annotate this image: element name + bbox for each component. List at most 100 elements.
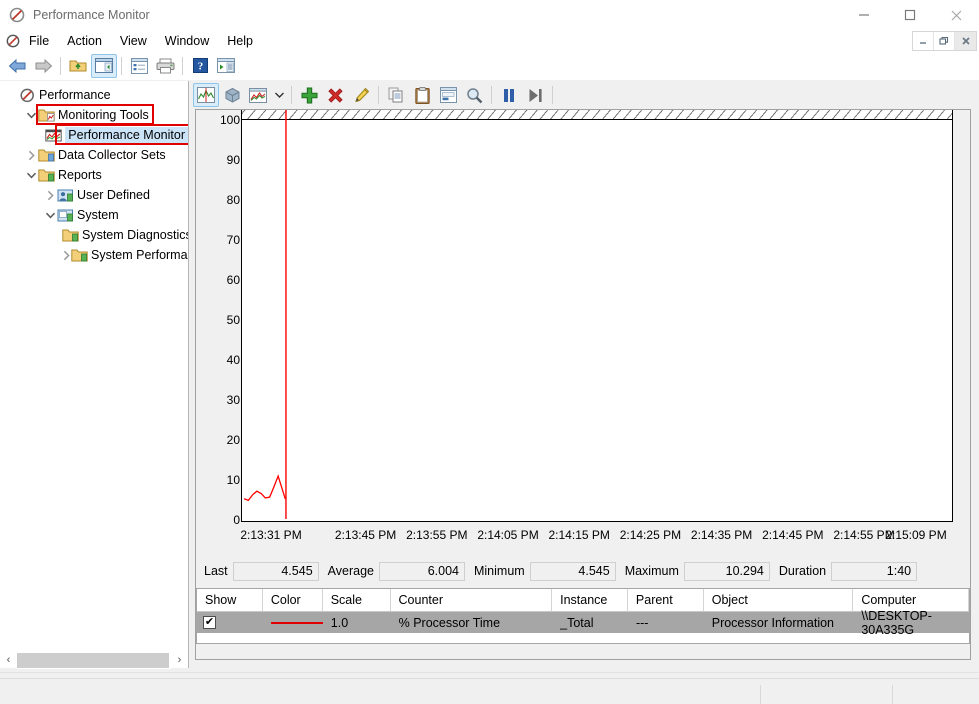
chart-plot-area[interactable]	[241, 110, 953, 522]
legend-column-header-show[interactable]: Show	[197, 589, 263, 611]
stat-label-minimum: Minimum	[473, 564, 525, 578]
x-axis-tick-label: 2:14:25 PM	[619, 528, 682, 542]
x-axis-tick-label: 2:15:09 PM	[885, 528, 947, 542]
performance-root-icon	[19, 88, 36, 103]
close-button[interactable]	[933, 0, 979, 30]
legend-cell-instance: _Total	[560, 615, 594, 630]
performance-monitor-icon	[9, 7, 25, 23]
copy-icon[interactable]	[383, 83, 409, 107]
document-window-controls	[912, 31, 977, 51]
y-axis-tick-label: 60	[226, 273, 240, 287]
legend-column-header-object[interactable]: Object	[704, 589, 854, 611]
menu-item-file[interactable]: File	[20, 32, 58, 50]
show-checkbox-cell[interactable]: ✔	[197, 612, 263, 633]
highlighter-pencil-icon[interactable]	[348, 83, 374, 107]
minimize-button[interactable]	[841, 0, 887, 30]
counter-legend-table[interactable]: Show Color Scale Counter Instance Parent Objec…	[196, 588, 970, 644]
tree-item-user-defined[interactable]: User Defined	[0, 186, 188, 204]
report-view-icon[interactable]	[245, 83, 271, 107]
y-axis-tick-label: 80	[226, 193, 240, 207]
red-x-icon[interactable]	[322, 83, 348, 107]
chevron-right-icon[interactable]	[24, 150, 38, 161]
line-graph-icon[interactable]	[193, 83, 219, 107]
tree-item-reports[interactable]: Reports	[0, 166, 188, 184]
scroll-left-arrow-icon[interactable]: ‹	[0, 652, 17, 669]
svg-text:?: ?	[197, 61, 203, 73]
document-restore-button[interactable]	[934, 32, 955, 50]
chart-series-svg	[243, 110, 287, 519]
console-tree[interactable]: Performance Monitoring Tools Performance M…	[0, 81, 188, 646]
stat-label-maximum: Maximum	[624, 564, 679, 578]
y-axis-tick-label: 50	[226, 313, 240, 327]
legend-column-header-parent[interactable]: Parent	[628, 589, 704, 611]
performance-chart[interactable]: 0 10 20 30 40 50 60 70 80 90 100 2:13:31 PM 2:13:45…	[196, 110, 970, 600]
tree-item-label: Performance Monitor	[65, 127, 188, 143]
tree-item-system-diagnostics[interactable]: System Diagnostics	[0, 226, 188, 244]
clipboard-icon[interactable]	[409, 83, 435, 107]
legend-column-header-color[interactable]: Color	[263, 589, 323, 611]
y-axis-tick-label: 10	[226, 473, 240, 487]
menu-item-help[interactable]: Help	[218, 32, 262, 50]
legend-cell-object: Processor Information	[711, 615, 835, 630]
tree-horizontal-scrollbar[interactable]: ‹ ›	[0, 651, 188, 669]
up-folder-icon[interactable]	[65, 54, 91, 78]
user-defined-icon	[57, 188, 74, 203]
legend-header-row: Show Color Scale Counter Instance Parent Objec…	[197, 589, 969, 612]
menu-item-window[interactable]: Window	[156, 32, 218, 50]
chevron-down-icon[interactable]	[271, 83, 287, 107]
menu-item-action[interactable]: Action	[58, 32, 111, 50]
chevron-right-icon[interactable]	[62, 250, 71, 261]
chevron-down-icon[interactable]	[43, 211, 57, 220]
table-row[interactable]: ✔ 1.0 % Processor Time _Total --- Processor I…	[197, 608, 969, 637]
legend-column-header-instance[interactable]: Instance	[552, 589, 628, 611]
show-counter-checkbox[interactable]: ✔	[203, 616, 216, 629]
action-pane-icon[interactable]	[213, 54, 239, 78]
folder-collector-icon	[38, 148, 55, 163]
legend-column-header-scale[interactable]: Scale	[323, 589, 391, 611]
chevron-right-icon[interactable]	[43, 190, 57, 201]
tree-item-monitoring-tools[interactable]: Monitoring Tools	[0, 104, 188, 125]
tree-item-performance[interactable]: Performance	[0, 86, 188, 104]
menu-item-view[interactable]: View	[111, 32, 156, 50]
histogram-cube-icon[interactable]	[219, 83, 245, 107]
chevron-down-icon[interactable]	[24, 171, 38, 180]
pause-icon[interactable]	[496, 83, 522, 107]
tree-item-label: Reports	[58, 168, 102, 182]
document-close-button[interactable]	[955, 32, 976, 50]
legend-cell-parent: ---	[635, 615, 649, 630]
tree-item-label: System Diagnostics	[82, 228, 188, 242]
chevron-down-icon[interactable]	[24, 111, 38, 120]
maximize-button[interactable]	[887, 0, 933, 30]
scrollbar-thumb[interactable]	[17, 652, 169, 668]
folder-diagnostics-icon	[62, 228, 79, 243]
tree-item-performance-monitor[interactable]: Performance Monitor	[0, 124, 188, 145]
perfmon-window: Performance Monitor File Action View Win…	[0, 0, 979, 704]
properties-window-icon[interactable]	[435, 83, 461, 107]
tree-item-system-performanc[interactable]: System Performanc	[0, 246, 188, 264]
mmc-console-icon	[6, 34, 20, 48]
stat-value-maximum: 10.294	[683, 561, 770, 581]
back-arrow-icon[interactable]	[4, 54, 30, 78]
console-tree-icon[interactable]	[91, 53, 117, 78]
y-axis-tick-label: 0	[233, 513, 240, 527]
document-minimize-button[interactable]	[913, 32, 934, 50]
legend-cell-computer: \\DESKTOP-30A335G	[861, 608, 932, 637]
question-mark-icon[interactable]: ?	[187, 54, 213, 78]
magnifier-icon[interactable]	[461, 83, 487, 107]
tree-item-system[interactable]: System	[0, 206, 188, 224]
scroll-right-arrow-icon[interactable]: ›	[171, 652, 188, 669]
x-axis-tick-label: 2:13:55 PM	[406, 528, 468, 542]
legend-column-header-counter[interactable]: Counter	[391, 589, 553, 611]
details-pane: 0 10 20 30 40 50 60 70 80 90 100 2:13:31 PM 2:13:45…	[189, 81, 979, 668]
forward-arrow-icon[interactable]	[30, 54, 56, 78]
green-plus-icon[interactable]	[296, 83, 322, 107]
graph-toolbar	[193, 81, 979, 109]
checkmark-icon: ✔	[204, 616, 215, 628]
scrollbar-track[interactable]	[17, 651, 171, 669]
step-forward-icon[interactable]	[522, 83, 548, 107]
title-bar: Performance Monitor	[0, 0, 979, 30]
printer-icon[interactable]	[152, 54, 178, 78]
folder-reports-icon	[38, 168, 55, 183]
properties-icon[interactable]	[126, 54, 152, 78]
tree-item-data-collector-sets[interactable]: Data Collector Sets	[0, 146, 188, 164]
